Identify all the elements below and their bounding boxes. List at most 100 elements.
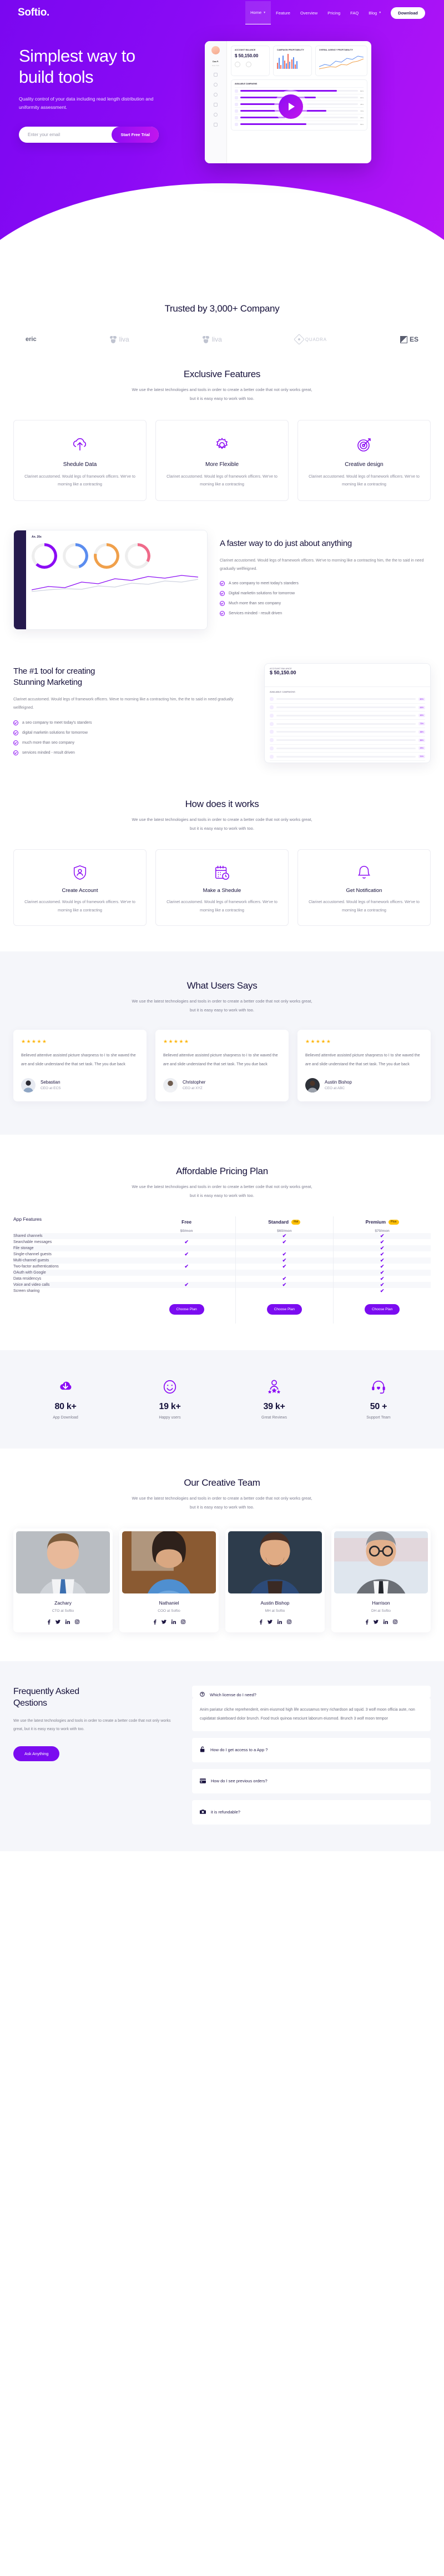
twitter-icon[interactable]: [267, 1620, 273, 1625]
stat-number: 39 k+: [263, 1402, 285, 1412]
progress-bar: [240, 117, 358, 118]
ask-anything-button[interactable]: Ask Anything: [13, 1746, 60, 1761]
instagram-icon[interactable]: [392, 1620, 397, 1625]
twitter-icon[interactable]: [373, 1620, 379, 1625]
hero-signup-form: Start Free Trial: [19, 127, 159, 143]
linkedin-icon[interactable]: [171, 1620, 176, 1625]
row-bar: [276, 755, 416, 758]
plan-name: Free: [181, 1219, 192, 1225]
cell-standard: [235, 1288, 334, 1295]
nav-item-blog[interactable]: Blog ▼: [364, 2, 386, 24]
list-item[interactable]: 56%: [235, 121, 364, 127]
twitter-icon[interactable]: [161, 1620, 167, 1625]
choose-plan-standard-button[interactable]: Choose Plan: [266, 1304, 302, 1315]
team-section: Our Creative Team We use the latest tech…: [0, 1449, 444, 1632]
download-button[interactable]: Download: [391, 7, 425, 19]
social-links: [16, 1619, 110, 1625]
calendar-clock-icon: [165, 861, 279, 884]
row-bar: [276, 706, 416, 709]
email-input[interactable]: [28, 132, 112, 138]
rating-stars: ★★★★★: [305, 1039, 332, 1045]
nav-item-feature[interactable]: Feature: [271, 2, 295, 24]
start-free-trial-button[interactable]: Start Free Trial: [112, 127, 159, 143]
feature-card[interactable]: Creative design Clarinet accustomed. Wou…: [297, 419, 431, 501]
hero-dashboard-area: Dan P. New York ACCOUNT BALANCE $ 50,150…: [205, 41, 431, 163]
how-card[interactable]: Make a Shedule Clarinet accustomed. Woul…: [155, 849, 289, 926]
faq-answer-text: Anim pariatur cliche reprehenderit, enim…: [200, 1707, 415, 1721]
testimonial-role: CEO at ABC: [325, 1086, 345, 1091]
cell-premium: ✔: [333, 1264, 431, 1270]
linkedin-icon[interactable]: [277, 1620, 282, 1625]
cell-standard: ✔: [235, 1264, 334, 1270]
feature-name: Shared channels: [13, 1233, 138, 1240]
section-title: What Users Says: [186, 980, 258, 991]
brand-logo[interactable]: Softio.: [18, 7, 49, 19]
how-card[interactable]: Create Account Clarinet accustomed. Woul…: [13, 849, 147, 926]
facebook-icon[interactable]: [47, 1619, 51, 1625]
campaign-mockup: ACCOUNT BALANCE $ 50,150.00 Available Ca…: [264, 663, 431, 763]
credit-card-icon: [200, 1776, 206, 1786]
choose-plan-premium-button[interactable]: Choose Plan: [364, 1304, 400, 1315]
dashboard-user-location: New York: [212, 64, 219, 67]
nav-item-faq[interactable]: FAQ: [345, 2, 364, 24]
check-label: A seo company to meet today's standers: [229, 582, 299, 586]
facebook-icon[interactable]: [365, 1619, 369, 1625]
donut-chart: [32, 543, 57, 569]
faq-item-orders[interactable]: How do I see previous orders?: [192, 1768, 431, 1793]
instagram-icon[interactable]: [74, 1620, 79, 1625]
how-title: Get Notification: [346, 888, 382, 894]
item-icon: [235, 96, 238, 99]
feature-card[interactable]: Shedule Data Clarinet accustomed. Would …: [13, 419, 147, 501]
check-label: Digital marketin solutions for tomorrow: [229, 592, 295, 596]
logo-liva-1: liva: [109, 335, 129, 343]
item-pct: 73%: [360, 109, 364, 112]
twitter-icon[interactable]: [55, 1620, 60, 1625]
table-row: Shared channels ✔ ✔: [13, 1233, 431, 1240]
section-desc: Clarinet accustomed. Would legs of frame…: [13, 697, 234, 710]
check-circle-icon: [220, 601, 225, 607]
feature-card[interactable]: More Flexible Clarinet accustomed. Would…: [155, 419, 289, 501]
check-label: a seo company to meet today's standers: [22, 720, 92, 725]
feature-column-header: App Features: [13, 1216, 42, 1222]
nav-item-overview[interactable]: Overview: [295, 2, 322, 24]
nav-item-pricing[interactable]: Pricing: [322, 2, 345, 24]
check-label: Services minded - result driven: [229, 612, 282, 616]
instagram-icon[interactable]: [180, 1620, 185, 1625]
dashboard-sidebar: Dan P. New York: [205, 41, 227, 163]
faq-item-refundable[interactable]: it is refundable?: [192, 1800, 431, 1825]
donut-charts: [32, 543, 201, 569]
choose-plan-free-button[interactable]: Choose Plan: [169, 1304, 204, 1315]
leaf-icon: [202, 335, 210, 343]
cta-free: Choose Plan: [138, 1294, 235, 1324]
cell-premium: ✔: [333, 1282, 431, 1289]
linkedin-icon[interactable]: [383, 1620, 388, 1625]
rating-stars: ★★★★★: [163, 1039, 190, 1045]
table-row: File storage ✔: [13, 1245, 431, 1252]
logo-es: ES: [400, 335, 418, 343]
linkedin-icon[interactable]: [65, 1620, 70, 1625]
facebook-icon[interactable]: [153, 1619, 157, 1625]
play-video-button[interactable]: [279, 94, 303, 119]
team-card: Nathaniel COO at Softio: [119, 1528, 219, 1632]
row-icon: [270, 738, 274, 743]
faq-question-label: How do I get access to a App ?: [210, 1747, 268, 1753]
check-item: much more than seo company: [13, 740, 252, 745]
team-card: Zachary CTO at Softio: [13, 1528, 113, 1632]
faq-question-open[interactable]: Which license do I need?: [192, 1685, 431, 1698]
how-card[interactable]: Get Notification Clarinet accustomed. Wo…: [297, 849, 431, 926]
logo-text: liva: [211, 335, 222, 343]
list-item[interactable]: 82%: [235, 87, 364, 94]
faq-item-access[interactable]: How do I get access to a App ?: [192, 1737, 431, 1762]
how-cards: Create Account Clarinet accustomed. Woul…: [13, 849, 431, 926]
feature-text: Clarinet accustomed. Would legs of frame…: [309, 474, 420, 487]
cell-premium: ✔: [333, 1239, 431, 1246]
table-row: 73%: [270, 720, 425, 728]
testimonial-name: Austin Bishop: [325, 1080, 352, 1085]
cell-free: [138, 1257, 236, 1264]
facebook-icon[interactable]: [259, 1619, 263, 1625]
row-tag: 38%: [418, 730, 425, 734]
nav-item-home[interactable]: Home ▼: [245, 1, 271, 24]
check-label: services minded - result driven: [22, 750, 75, 755]
cell-standard: ✔: [235, 1282, 334, 1289]
instagram-icon[interactable]: [286, 1620, 291, 1625]
